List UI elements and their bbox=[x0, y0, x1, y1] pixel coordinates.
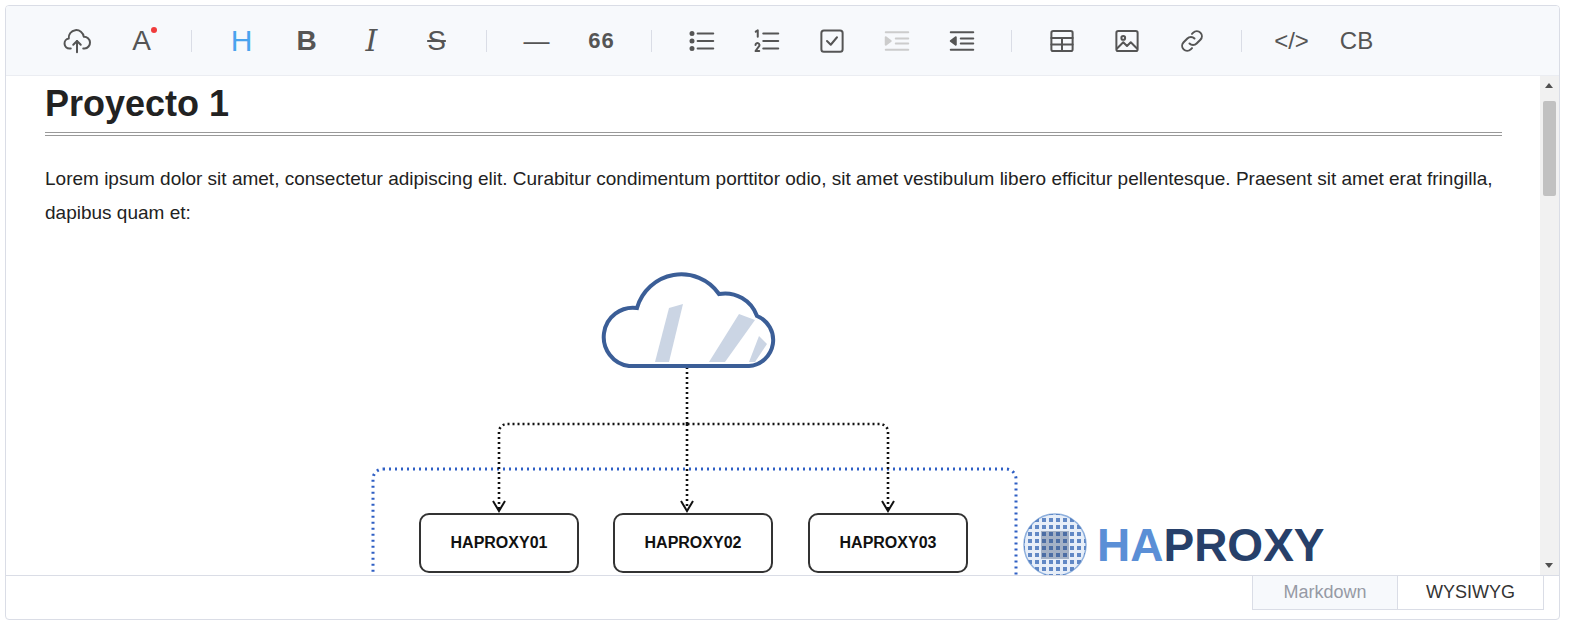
toolbar-glyph: A bbox=[132, 27, 151, 55]
cloud-icon bbox=[604, 274, 773, 366]
scroll-down-icon[interactable] bbox=[1545, 563, 1553, 568]
toolbar-button-face bbox=[947, 26, 977, 56]
scroll-up-icon[interactable] bbox=[1545, 83, 1553, 88]
image-icon bbox=[1112, 26, 1142, 56]
link-button[interactable] bbox=[1176, 24, 1208, 58]
toolbar-button-face bbox=[687, 26, 717, 56]
diagram-node: HAPROXY03 bbox=[808, 513, 968, 573]
bullet-list-icon bbox=[687, 26, 717, 56]
task-list-icon bbox=[817, 26, 847, 56]
indent-icon bbox=[882, 26, 912, 56]
toolbar-button-face: — bbox=[524, 28, 550, 54]
indent-icon bbox=[882, 26, 912, 56]
link-icon bbox=[1177, 26, 1207, 56]
code-button[interactable]: </> bbox=[1276, 24, 1308, 58]
haproxy-logo: HAPROXY bbox=[1021, 511, 1325, 575]
outdent-button[interactable] bbox=[946, 24, 978, 58]
toolbar-button-face: B bbox=[296, 27, 316, 55]
logo-text: HAPROXY bbox=[1097, 520, 1325, 571]
toolbar-divider bbox=[191, 30, 192, 52]
outdent-icon bbox=[947, 26, 977, 56]
toolbar-glyph: 66 bbox=[588, 30, 614, 52]
scrollbar[interactable] bbox=[1540, 76, 1559, 575]
toolbar-button-face bbox=[882, 26, 912, 56]
toolbar-button-face: 66 bbox=[588, 30, 614, 52]
editor-content[interactable]: Proyecto 1 Lorem ipsum dolor sit amet, co… bbox=[6, 76, 1540, 575]
toolbar-glyph: — bbox=[524, 28, 550, 54]
globe-icon bbox=[1021, 511, 1089, 575]
task-list-button[interactable] bbox=[816, 24, 848, 58]
document-heading[interactable]: Proyecto 1 bbox=[45, 84, 1502, 136]
line-button[interactable]: — bbox=[521, 24, 553, 58]
upload-icon bbox=[62, 26, 92, 56]
globe-icon bbox=[1021, 511, 1089, 575]
toolbar-button-face bbox=[1047, 26, 1077, 56]
image-button[interactable] bbox=[1111, 24, 1143, 58]
toolbar-glyph: S bbox=[427, 27, 446, 55]
upload-button[interactable] bbox=[61, 24, 93, 58]
ordered-list-icon bbox=[752, 26, 782, 56]
heading-button[interactable]: H bbox=[226, 24, 258, 58]
toolbar-divider bbox=[1011, 30, 1012, 52]
outdent-icon bbox=[947, 26, 977, 56]
table-icon bbox=[1047, 26, 1077, 56]
task-list-icon bbox=[817, 26, 847, 56]
toolbar-button-face: A bbox=[132, 27, 151, 55]
diagram-node: HAPROXY02 bbox=[613, 513, 773, 573]
mode-tab[interactable]: Markdown bbox=[1252, 576, 1398, 610]
toolbar-glyph: B bbox=[296, 27, 316, 55]
table-icon bbox=[1047, 26, 1077, 56]
toolbar-button-face: H bbox=[231, 26, 253, 56]
toolbar-glyph: H bbox=[231, 26, 253, 56]
toolbar-button-face bbox=[62, 26, 92, 56]
toolbar-glyph: </> bbox=[1274, 29, 1309, 53]
toolbar-button-face bbox=[1112, 26, 1142, 56]
architecture-diagram: HAPROXY01 HAPROXY02 HAPROXY03 HAPROXY bbox=[45, 249, 1504, 575]
document-paragraph[interactable]: Lorem ipsum dolor sit amet, consectetur … bbox=[45, 162, 1502, 230]
ordered-list-icon bbox=[752, 26, 782, 56]
bullet-list-button[interactable] bbox=[686, 24, 718, 58]
editor: A H B I S — 66 </> CB Proyecto 1 Lorem ipsum dolo… bbox=[5, 5, 1560, 620]
toolbar-button-face: </> bbox=[1274, 29, 1309, 53]
toolbar-button-face: I bbox=[366, 26, 378, 56]
toolbar-button-face bbox=[1177, 26, 1207, 56]
mode-switch: MarkdownWYSIWYG bbox=[6, 575, 1559, 619]
toolbar-button-face: CB bbox=[1340, 29, 1373, 53]
upload-icon bbox=[62, 26, 92, 56]
diagram-node: HAPROXY01 bbox=[419, 513, 579, 573]
logo-part: PROXY bbox=[1163, 519, 1324, 571]
indent-button[interactable] bbox=[881, 24, 913, 58]
link-icon bbox=[1177, 26, 1207, 56]
ordered-list-button[interactable] bbox=[751, 24, 783, 58]
image-icon bbox=[1112, 26, 1142, 56]
toolbar-divider bbox=[486, 30, 487, 52]
table-button[interactable] bbox=[1046, 24, 1078, 58]
notice-dot-icon bbox=[151, 27, 157, 33]
toolbar-divider bbox=[1241, 30, 1242, 52]
italic-button[interactable]: I bbox=[356, 24, 388, 58]
quote-button[interactable]: 66 bbox=[586, 24, 618, 58]
toolbar-button-face bbox=[817, 26, 847, 56]
toolbar: A H B I S — 66 </> CB bbox=[6, 6, 1559, 76]
bullet-list-icon bbox=[687, 26, 717, 56]
toolbar-glyph: CB bbox=[1340, 29, 1373, 53]
toolbar-divider bbox=[651, 30, 652, 52]
toolbar-button-face: S bbox=[427, 27, 446, 55]
logo-part: HA bbox=[1097, 519, 1163, 571]
mode-tab[interactable]: WYSIWYG bbox=[1398, 576, 1544, 610]
toolbar-button-face bbox=[752, 26, 782, 56]
bold-button[interactable]: B bbox=[291, 24, 323, 58]
strike-button[interactable]: S bbox=[421, 24, 453, 58]
codeblock-button[interactable]: CB bbox=[1341, 24, 1373, 58]
scroll-thumb[interactable] bbox=[1543, 101, 1556, 196]
font-button[interactable]: A bbox=[126, 24, 158, 58]
toolbar-glyph: I bbox=[366, 26, 378, 56]
